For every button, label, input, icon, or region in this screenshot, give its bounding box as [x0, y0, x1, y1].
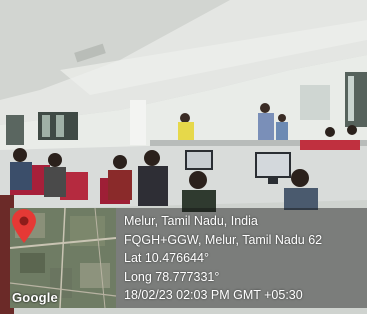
latitude-text: Lat 10.476644° [124, 251, 209, 265]
datetime-text: 18/02/23 02:03 PM GMT +05:30 [124, 288, 303, 302]
geotag-overlay: Google Melur, Tamil Nadu, India FQGH+GGW… [10, 208, 367, 308]
location-pin-icon [12, 209, 36, 243]
location-title: Melur, Tamil Nadu, India [124, 214, 258, 228]
longitude-text: Long 78.777331° [124, 269, 220, 284]
google-logo: Google [12, 290, 58, 305]
address-text: FQGH+GGW, Melur, Tamil Nadu 62 [124, 232, 323, 247]
location-map-thumbnail[interactable]: Google [10, 208, 116, 308]
geotagged-photo: Google Melur, Tamil Nadu, India FQGH+GGW… [0, 0, 367, 314]
geotag-info: Melur, Tamil Nadu, India FQGH+GGW, Melur… [124, 212, 364, 305]
